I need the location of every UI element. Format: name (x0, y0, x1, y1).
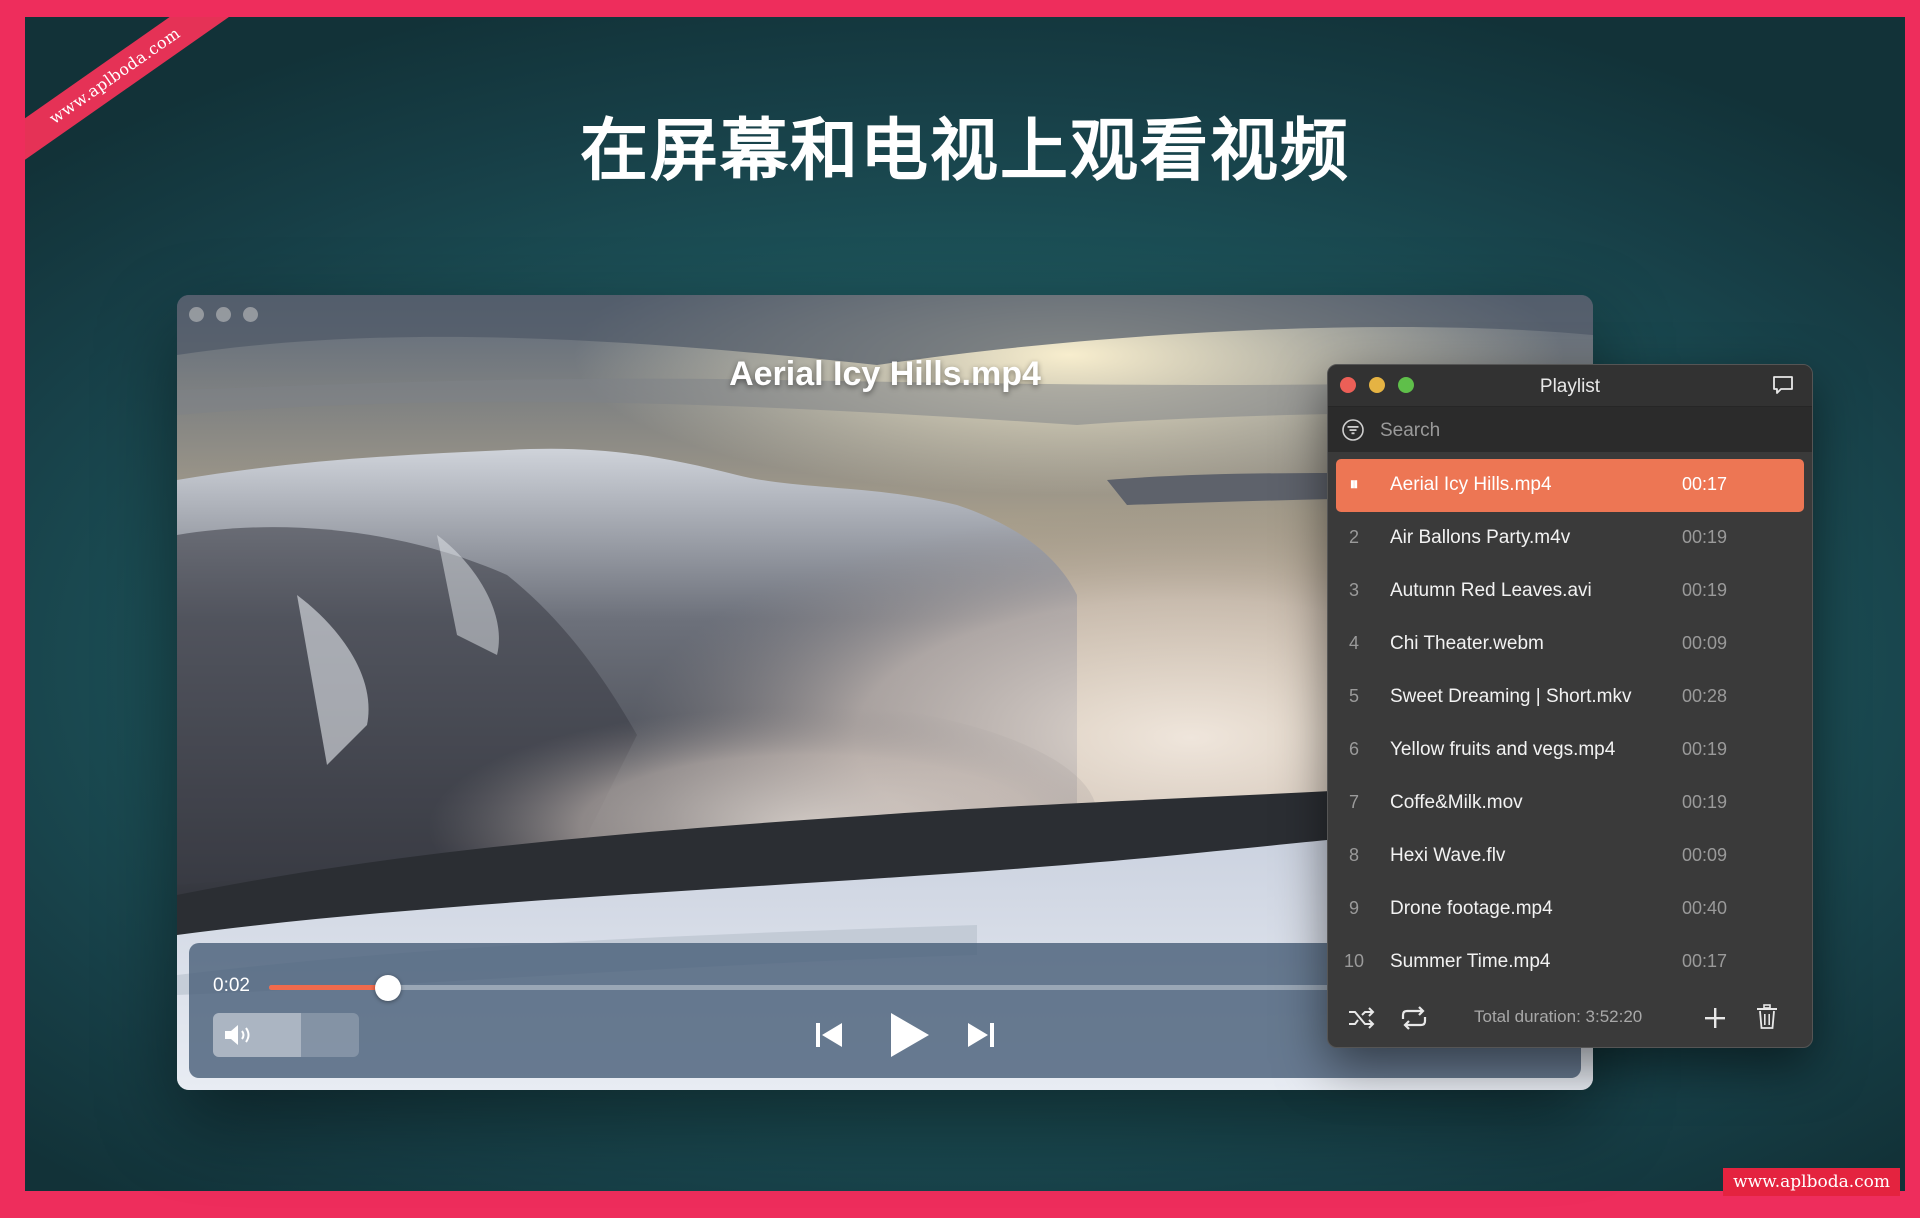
volume-icon (225, 1025, 250, 1045)
shuffle-button[interactable] (1346, 1003, 1376, 1033)
playlist-row-title: Chi Theater.webm (1390, 633, 1544, 654)
playlist-row[interactable]: 6 Yellow fruits and vegs.mp4 00:19 (1336, 724, 1804, 777)
add-icon (1705, 1008, 1725, 1028)
zoom-window-button[interactable] (243, 307, 258, 322)
previous-icon (816, 1023, 842, 1047)
playlist-row-duration: 00:09 (1682, 845, 1728, 865)
window-controls (189, 307, 258, 322)
seek-bar-progress (269, 985, 388, 990)
playlist-row-duration: 00:09 (1682, 633, 1728, 653)
next-icon (968, 1023, 994, 1047)
playlist-row-duration: 00:17 (1682, 951, 1728, 971)
playlist-row-number: 5 (1348, 686, 1359, 706)
playlist-items: ⏸ Aerial Icy Hills.mp4 00:17 2 Air Ballons P… (1336, 459, 1804, 989)
minimize-window-button[interactable] (216, 307, 231, 322)
playlist-row-duration: 00:28 (1682, 686, 1728, 706)
current-time: 0:02 (213, 975, 250, 996)
playlist-row-duration: 00:19 (1682, 792, 1728, 812)
comment-icon (1773, 376, 1793, 394)
play-icon (891, 1013, 929, 1057)
playlist-row-number: 6 (1348, 739, 1359, 759)
page-headline: 在屏幕和电视上观看视频 (579, 112, 1350, 191)
add-item-button[interactable] (1700, 1003, 1730, 1033)
playlist-row-title: Coffe&Milk.mov (1390, 792, 1523, 813)
previous-button[interactable] (809, 1015, 849, 1055)
playlist-row[interactable]: 2 Air Ballons Party.m4v 00:19 (1336, 512, 1804, 565)
playlist-comment-button[interactable] (1772, 375, 1794, 400)
seek-bar-handle[interactable] (374, 975, 401, 1001)
volume-slider[interactable] (213, 1013, 359, 1057)
trash-icon (1757, 1004, 1777, 1029)
delete-item-button[interactable] (1752, 1002, 1782, 1032)
playlist-search-input[interactable] (1378, 417, 1762, 445)
playlist-row[interactable]: 5 Sweet Dreaming | Short.mkv 00:28 (1336, 671, 1804, 724)
playlist-row-number: 8 (1348, 845, 1359, 865)
playlist-row-title: Air Ballons Party.m4v (1390, 527, 1571, 548)
playlist-row[interactable]: 8 Hexi Wave.flv 00:09 (1336, 830, 1804, 883)
playlist-row-number: 2 (1348, 527, 1359, 547)
playlist-row-number: 7 (1348, 792, 1359, 812)
playlist-row-duration: 00:19 (1682, 739, 1728, 759)
playlist-row-title: Summer Time.mp4 (1390, 951, 1551, 972)
playlist-row[interactable]: ⏸ Aerial Icy Hills.mp4 00:17 (1336, 459, 1804, 512)
playlist-row-title: Aerial Icy Hills.mp4 (1390, 474, 1552, 495)
playlist-row-title: Autumn Red Leaves.avi (1390, 580, 1592, 601)
filter-icon[interactable] (1341, 418, 1365, 442)
play-button[interactable] (879, 1005, 939, 1065)
playlist-row-duration: 00:17 (1682, 474, 1728, 494)
playlist-footer: Total duration: 3:52:20 (1328, 987, 1812, 1047)
playlist-panel: Playlist ⏸ Aerial Icy Hills.mp4 00:17 2 Air … (1327, 364, 1813, 1048)
playlist-row-number: 10 (1343, 951, 1365, 971)
playlist-row-number: 4 (1348, 633, 1359, 653)
seek-bar[interactable] (269, 975, 1349, 1001)
close-window-button[interactable] (189, 307, 204, 322)
playlist-row-duration: 00:19 (1682, 580, 1728, 600)
total-duration: Total duration: 3:52:20 (1474, 1007, 1643, 1026)
playlist-row-title: Drone footage.mp4 (1390, 898, 1553, 919)
playlist-row-number: 3 (1348, 580, 1359, 600)
playlist-row-title: Yellow fruits and vegs.mp4 (1390, 739, 1616, 760)
repeat-icon (1401, 1006, 1427, 1030)
playlist-row-title: Hexi Wave.flv (1390, 845, 1506, 866)
playlist-title: Playlist (1539, 376, 1601, 397)
playlist-row[interactable]: 7 Coffe&Milk.mov 00:19 (1336, 777, 1804, 830)
playlist-row-number: 9 (1348, 898, 1359, 918)
now-playing-pause-icon: ⏸ (1349, 474, 1359, 494)
playlist-row[interactable]: 4 Chi Theater.webm 00:09 (1336, 618, 1804, 671)
playlist-titlebar: Playlist (1328, 365, 1812, 407)
watermark-stamp: www.aplboda.com (1723, 1168, 1900, 1196)
playlist-search-bar (1328, 407, 1812, 452)
next-button[interactable] (961, 1015, 1001, 1055)
playlist-row[interactable]: 10 Summer Time.mp4 00:17 (1336, 936, 1804, 989)
playlist-row-title: Sweet Dreaming | Short.mkv (1390, 686, 1632, 707)
playlist-row-duration: 00:40 (1682, 898, 1728, 918)
playlist-row[interactable]: 9 Drone footage.mp4 00:40 (1336, 883, 1804, 936)
shuffle-icon (1349, 1007, 1375, 1029)
playlist-row[interactable]: 3 Autumn Red Leaves.avi 00:19 (1336, 565, 1804, 618)
repeat-button[interactable] (1398, 1003, 1430, 1033)
playlist-row-duration: 00:19 (1682, 527, 1728, 547)
